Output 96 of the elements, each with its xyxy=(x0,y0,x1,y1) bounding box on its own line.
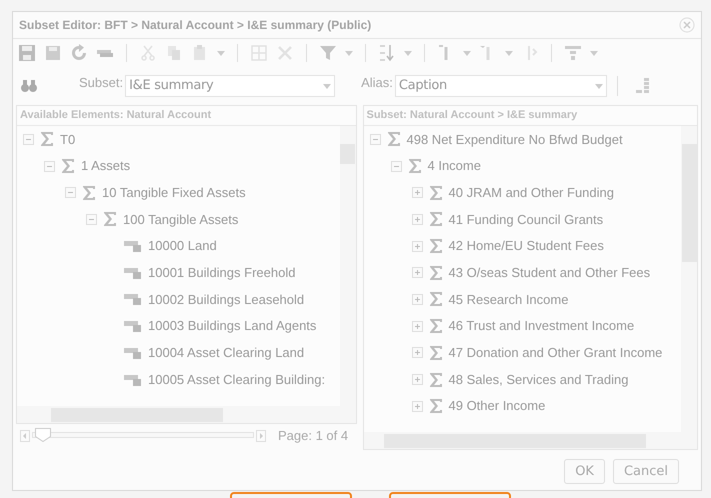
tree-item[interactable]: 1 Assets xyxy=(81,156,130,176)
alias-dropdown[interactable]: Caption xyxy=(394,75,607,97)
collapse-icon[interactable] xyxy=(370,134,380,145)
sigma-icon xyxy=(428,184,442,201)
window-title: Subset Editor: BFT > Natural Account > I&E summary (Public) xyxy=(19,17,372,34)
sigma-icon xyxy=(82,184,96,201)
expand-icon[interactable] xyxy=(412,267,422,278)
save-icon[interactable] xyxy=(18,44,36,62)
sigma-icon xyxy=(103,211,117,228)
alias-label: Alias: xyxy=(361,74,393,92)
tree-item[interactable]: 48 Sales, Services and Trading xyxy=(448,370,628,390)
element-icon xyxy=(124,374,142,386)
ok-button[interactable]: OK xyxy=(564,459,605,484)
expand-icon[interactable] xyxy=(412,187,422,198)
tree-item[interactable]: 100 Tangible Assets xyxy=(123,210,238,230)
cancel-button[interactable]: Cancel xyxy=(612,459,679,484)
subset-dropdown[interactable]: I&E summary xyxy=(125,75,336,97)
tree-item[interactable]: 46 Trust and Investment Income xyxy=(448,316,634,336)
tree-item[interactable]: 43 O/seas Student and Other Fees xyxy=(448,263,650,283)
expand-icon[interactable] xyxy=(412,294,422,305)
caret-icon[interactable] xyxy=(594,84,603,88)
expand-icon[interactable] xyxy=(412,347,422,358)
close-icon[interactable] xyxy=(679,17,695,33)
expand-icon[interactable] xyxy=(412,214,422,225)
next-page-icon[interactable] xyxy=(256,430,266,442)
tree-item[interactable]: 40 JRAM and Other Funding xyxy=(448,182,614,202)
sigma-icon xyxy=(428,211,442,228)
tree-item[interactable]: 47 Donation and Other Grant Income xyxy=(448,343,662,363)
tree-item[interactable]: 49 Other Income xyxy=(448,396,546,416)
caret-icon[interactable] xyxy=(590,50,598,56)
sigma-icon xyxy=(386,131,400,148)
tree-item[interactable]: 10005 Asset Clearing Building: xyxy=(148,370,326,390)
expand-icon[interactable] xyxy=(412,374,422,386)
tree-filter-icon[interactable] xyxy=(564,44,582,62)
collapse-icon[interactable] xyxy=(65,187,76,198)
element-icon xyxy=(124,266,142,279)
sigma-icon xyxy=(428,398,442,414)
subset-label: Subset: xyxy=(79,74,124,92)
tree-item[interactable]: 10 Tangible Fixed Assets xyxy=(102,182,246,202)
element-icon xyxy=(124,346,142,359)
scrollbar[interactable] xyxy=(340,126,356,406)
delete-icon[interactable] xyxy=(276,44,294,62)
panel-header: Available Elements: Natural Account xyxy=(17,106,356,126)
copy-icon[interactable] xyxy=(165,44,183,62)
page-indicator: Page: 1 of 4 xyxy=(278,427,348,446)
sigma-icon xyxy=(428,344,442,361)
tree-item[interactable]: 10000 Land xyxy=(148,236,217,256)
element-icon xyxy=(124,320,142,332)
sigma-icon xyxy=(428,264,442,281)
scrollbar[interactable] xyxy=(681,126,697,432)
caret-icon[interactable] xyxy=(463,50,471,56)
sort-icon[interactable] xyxy=(378,44,396,62)
sigma-icon xyxy=(61,158,75,174)
previous-page-icon[interactable] xyxy=(20,430,30,442)
collapse-icon[interactable] xyxy=(23,134,34,145)
sort-levels-icon[interactable] xyxy=(634,77,650,95)
sigma-icon xyxy=(428,291,442,308)
element-icon xyxy=(124,240,142,252)
tree-item[interactable]: 10001 Buildings Freehold xyxy=(148,263,296,283)
grid-icon[interactable] xyxy=(250,44,268,62)
caret-icon[interactable] xyxy=(323,84,332,88)
tree-item[interactable]: T0 xyxy=(60,130,76,150)
scrollbar[interactable] xyxy=(17,406,356,423)
caret-icon[interactable] xyxy=(505,50,513,56)
collapse-icon[interactable] xyxy=(390,160,402,172)
tree-item[interactable]: 498 Net Expenditure No Bfwd Budget xyxy=(406,130,623,150)
expand-icon[interactable] xyxy=(412,400,422,412)
page-slider[interactable] xyxy=(32,428,254,444)
sigma-icon xyxy=(408,158,422,174)
sigma-icon xyxy=(40,131,54,148)
caret-icon[interactable] xyxy=(345,50,353,56)
caret-icon[interactable] xyxy=(217,50,225,56)
cut-icon[interactable] xyxy=(139,44,157,62)
save-as-icon[interactable] xyxy=(44,44,62,62)
tree-item[interactable]: 10002 Buildings Leasehold xyxy=(148,290,304,310)
tree-item[interactable]: 4 Income xyxy=(428,156,481,176)
filter-icon[interactable] xyxy=(319,44,337,62)
collapse-icon[interactable] xyxy=(44,160,55,172)
tree-item[interactable]: 42 Home/EU Student Fees xyxy=(448,236,604,256)
scrollbar[interactable] xyxy=(364,432,697,449)
sigma-icon xyxy=(428,372,442,388)
expand-icon[interactable] xyxy=(412,320,422,332)
collapse-icon[interactable] xyxy=(86,214,97,225)
tree-item[interactable]: 41 Funding Council Grants xyxy=(448,210,604,230)
caret-icon[interactable] xyxy=(404,50,412,56)
tree-item[interactable]: 10003 Buildings Land Agents xyxy=(148,316,316,336)
sigma-icon xyxy=(428,238,442,254)
tree-item[interactable]: 10004 Asset Clearing Land xyxy=(148,343,304,363)
sigma-icon xyxy=(428,318,442,334)
element-icon xyxy=(124,293,142,306)
tree-item[interactable]: 45 Research Income xyxy=(448,290,568,310)
slider-thumb[interactable] xyxy=(35,428,51,442)
refresh-icon[interactable] xyxy=(70,44,88,62)
panel-header: Subset: Natural Account > I&E summary xyxy=(364,106,697,126)
binoculars-icon[interactable] xyxy=(21,79,37,93)
expand-icon[interactable] xyxy=(412,240,422,252)
